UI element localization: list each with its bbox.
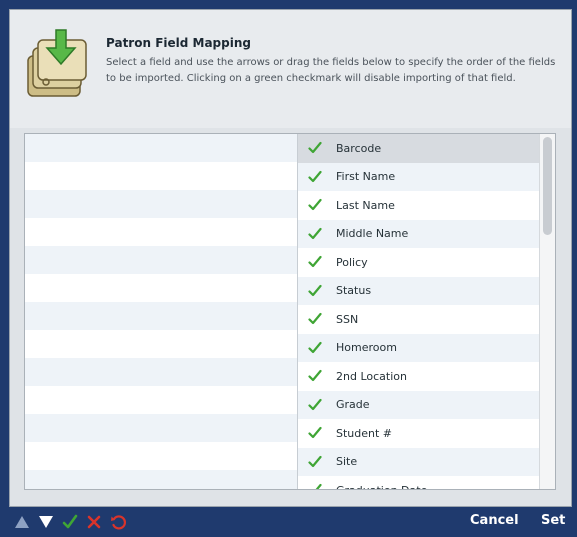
field-label: 2nd Location: [336, 369, 407, 383]
import-row[interactable]: [25, 330, 297, 358]
field-label: SSN: [336, 312, 359, 326]
field-mapping-dialog: Patron Field Mapping Select a field and …: [9, 9, 572, 507]
scrollbar-thumb[interactable]: [543, 137, 552, 235]
field-label: Graduation Date: [336, 484, 427, 489]
green-checkmark-icon[interactable]: [308, 141, 322, 155]
field-mapping-panel: Barcode First Name Last Name Middle Name Pol…: [24, 133, 556, 490]
green-checkmark-icon[interactable]: [308, 284, 322, 298]
import-row[interactable]: [25, 218, 297, 246]
reset-undo-icon[interactable]: [110, 514, 126, 530]
field-list: Barcode First Name Last Name Middle Name Pol…: [298, 134, 540, 489]
field-row[interactable]: Homeroom: [298, 333, 540, 362]
green-checkmark-icon[interactable]: [308, 369, 322, 383]
green-checkmark-icon[interactable]: [308, 455, 322, 469]
field-label: Site: [336, 455, 358, 469]
import-row[interactable]: [25, 470, 297, 489]
import-row[interactable]: [25, 134, 297, 162]
cancel-button[interactable]: Cancel: [470, 513, 519, 528]
import-row[interactable]: [25, 302, 297, 330]
green-checkmark-icon[interactable]: [308, 483, 322, 489]
green-checkmark-icon[interactable]: [308, 198, 322, 212]
green-checkmark-icon[interactable]: [308, 255, 322, 269]
disable-x-icon[interactable]: [86, 514, 102, 530]
green-checkmark-icon[interactable]: [308, 312, 322, 326]
import-row[interactable]: [25, 162, 297, 190]
field-label: Policy: [336, 255, 368, 269]
field-row[interactable]: Student #: [298, 419, 540, 448]
dialog-footer: Cancel Set: [0, 507, 577, 537]
green-checkmark-icon[interactable]: [308, 426, 322, 440]
import-row[interactable]: [25, 274, 297, 302]
green-checkmark-icon[interactable]: [308, 170, 322, 184]
move-down-icon[interactable]: [38, 514, 54, 530]
field-label: Last Name: [336, 198, 395, 212]
import-row[interactable]: [25, 358, 297, 386]
field-row[interactable]: Grade: [298, 390, 540, 419]
field-row[interactable]: 2nd Location: [298, 362, 540, 391]
import-row[interactable]: [25, 386, 297, 414]
green-checkmark-icon[interactable]: [308, 398, 322, 412]
import-row[interactable]: [25, 246, 297, 274]
field-label: Status: [336, 284, 372, 298]
field-row[interactable]: Middle Name: [298, 219, 540, 248]
import-row[interactable]: [25, 190, 297, 218]
dialog-title: Patron Field Mapping: [106, 36, 251, 50]
set-button[interactable]: Set: [541, 513, 565, 528]
field-row[interactable]: SSN: [298, 305, 540, 334]
dialog-header: Patron Field Mapping Select a field and …: [10, 10, 571, 128]
field-row[interactable]: Barcode: [298, 134, 540, 163]
green-checkmark-icon[interactable]: [308, 341, 322, 355]
field-row[interactable]: First Name: [298, 162, 540, 191]
field-label: First Name: [336, 170, 396, 184]
field-row[interactable]: Graduation Date: [298, 476, 540, 489]
field-label: Student #: [336, 426, 393, 440]
field-label: Grade: [336, 398, 370, 412]
field-row[interactable]: Last Name: [298, 191, 540, 220]
enable-all-checkmark-icon[interactable]: [62, 514, 78, 530]
import-column: [25, 134, 297, 489]
import-row[interactable]: [25, 414, 297, 442]
field-row[interactable]: Policy: [298, 248, 540, 277]
import-folder-icon: [27, 29, 87, 97]
dialog-description: Select a field and use the arrows or dra…: [106, 57, 556, 84]
import-row[interactable]: [25, 442, 297, 470]
field-row[interactable]: Site: [298, 447, 540, 476]
green-checkmark-icon[interactable]: [308, 227, 322, 241]
field-label: Homeroom: [336, 341, 397, 355]
field-label: Middle Name: [336, 227, 409, 241]
field-label: Barcode: [336, 141, 382, 155]
field-row[interactable]: Status: [298, 276, 540, 305]
move-up-icon[interactable]: [14, 514, 30, 530]
field-list-scrollbar[interactable]: [539, 134, 555, 489]
